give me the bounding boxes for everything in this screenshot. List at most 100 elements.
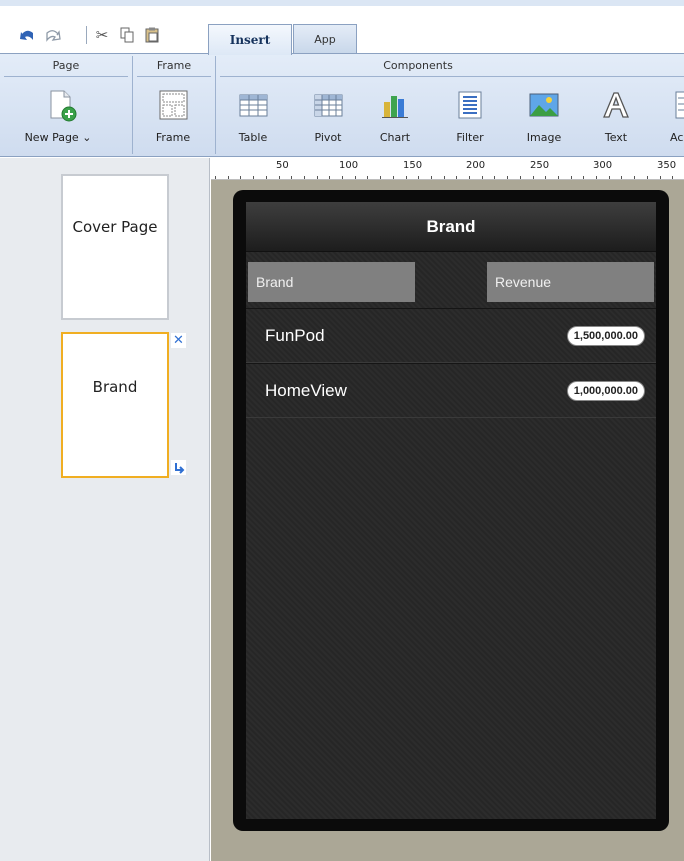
toolbar-separator	[86, 26, 87, 44]
page-thumbnail-label: Brand	[92, 378, 138, 396]
ruler-tick	[405, 176, 407, 179]
text-button[interactable]: Text	[592, 80, 640, 152]
pages-panel: Cover Page Brand ✕	[0, 158, 210, 861]
screen-title: Brand	[246, 202, 656, 252]
ruler-tick	[634, 176, 636, 179]
ruler-tick	[367, 176, 369, 179]
value-badge: 1,500,000.00	[566, 325, 645, 346]
tab-insert[interactable]: Insert	[208, 24, 292, 55]
resize-handle-icon[interactable]	[171, 460, 186, 475]
copy-icon[interactable]	[118, 26, 136, 44]
device-frame: Brand Brand Revenue FunPod 1,500,000.00 …	[233, 190, 669, 831]
chart-icon	[378, 88, 412, 122]
ruler-tick	[621, 176, 623, 179]
ruler-tick	[278, 176, 280, 179]
image-label: Image	[526, 131, 562, 144]
ruler-tick	[329, 176, 331, 179]
ruler-tick	[265, 176, 267, 179]
device-screen: Brand Brand Revenue FunPod 1,500,000.00 …	[246, 202, 656, 819]
group-divider	[220, 76, 684, 77]
ruler-label: 300	[593, 160, 613, 171]
frame-icon	[156, 88, 190, 122]
ruler-tick	[672, 176, 674, 179]
ruler-tick	[443, 176, 445, 179]
text-label: Text	[604, 131, 628, 144]
ruler-tick	[240, 176, 242, 179]
tab-app[interactable]: App	[293, 24, 357, 54]
filter-icon	[453, 88, 487, 122]
cut-icon[interactable]: ✂	[93, 26, 111, 44]
ruler-tick	[316, 176, 318, 179]
ruler-label: 350	[657, 160, 677, 171]
quick-access-toolbar: ✂ Insert App	[0, 20, 684, 55]
group-divider	[137, 76, 211, 77]
row-label: FunPod	[265, 325, 325, 345]
title-strip	[0, 0, 684, 20]
ruler-tick	[342, 176, 343, 179]
pivot-icon	[311, 88, 345, 122]
ruler-tick	[392, 176, 394, 179]
chart-button[interactable]: Chart	[371, 80, 419, 152]
ruler-tick	[659, 176, 661, 179]
group-title-components: Components	[383, 59, 453, 72]
column-header-brand[interactable]: Brand	[248, 262, 415, 302]
ruler-tick	[532, 176, 534, 179]
group-title-frame: Frame	[156, 59, 192, 72]
image-button[interactable]: Image	[520, 80, 568, 152]
ruler-label: 200	[466, 160, 486, 171]
ruler-label: 150	[403, 160, 423, 171]
accordion-button[interactable]: Acc	[664, 80, 684, 152]
accordion-icon	[664, 88, 684, 122]
ruler-tick	[583, 176, 585, 179]
table-label: Table	[238, 131, 268, 144]
ruler-tick	[354, 176, 356, 179]
row-label: HomeView	[265, 380, 347, 400]
value-badge: 1,000,000.00	[566, 380, 645, 401]
filter-button[interactable]: Filter	[446, 80, 494, 152]
frame-button[interactable]: Frame	[141, 80, 205, 152]
ruler-tick	[456, 176, 458, 179]
ruler-tick	[557, 176, 559, 179]
ruler-tick	[507, 176, 509, 179]
page-thumbnail-brand[interactable]: Brand	[61, 332, 169, 478]
undo-icon[interactable]	[18, 26, 36, 44]
pivot-label: Pivot	[314, 131, 342, 144]
ruler-tick	[215, 176, 216, 179]
horizontal-ruler: 50 100 150 200 250 300 350	[211, 158, 684, 180]
new-page-button[interactable]: New Page ⌄	[24, 80, 92, 152]
ruler-tick	[227, 176, 229, 179]
ruler-tick	[291, 176, 293, 179]
filter-label: Filter	[456, 131, 484, 144]
table-row[interactable]: HomeView 1,000,000.00	[246, 363, 656, 418]
ruler-tick	[418, 176, 420, 179]
ruler-tick	[570, 176, 572, 179]
ruler-tick	[469, 176, 470, 179]
table-row[interactable]: FunPod 1,500,000.00	[246, 308, 656, 363]
ruler-label: 100	[339, 160, 359, 171]
ruler-tick	[545, 176, 547, 179]
page-thumbnail-label: Cover Page	[72, 218, 158, 236]
ruler-tick	[303, 176, 305, 179]
table-button[interactable]: Table	[229, 80, 277, 152]
frame-label: Frame	[155, 131, 191, 144]
ruler-tick	[596, 176, 597, 179]
ruler-tick	[430, 176, 432, 179]
paste-icon[interactable]	[143, 26, 161, 44]
table-icon	[236, 88, 270, 122]
pivot-button[interactable]: Pivot	[304, 80, 352, 152]
page-thumbnail-cover[interactable]: Cover Page	[61, 174, 169, 320]
ruler-tick	[481, 176, 483, 179]
ruler-tick	[519, 176, 521, 179]
new-page-label: New Page ⌄	[24, 131, 92, 144]
new-page-icon	[43, 88, 77, 122]
accordion-label: Acc	[670, 131, 684, 144]
ruler-tick	[646, 176, 648, 179]
ruler-label: 250	[530, 160, 550, 171]
ribbon: Page Frame Components New Page ⌄ Frame T…	[0, 53, 684, 157]
chart-label: Chart	[379, 131, 411, 144]
text-icon	[599, 88, 633, 122]
close-icon[interactable]: ✕	[171, 333, 186, 348]
redo-icon[interactable]	[44, 26, 62, 44]
column-header-revenue[interactable]: Revenue	[487, 262, 654, 302]
image-icon	[527, 88, 561, 122]
